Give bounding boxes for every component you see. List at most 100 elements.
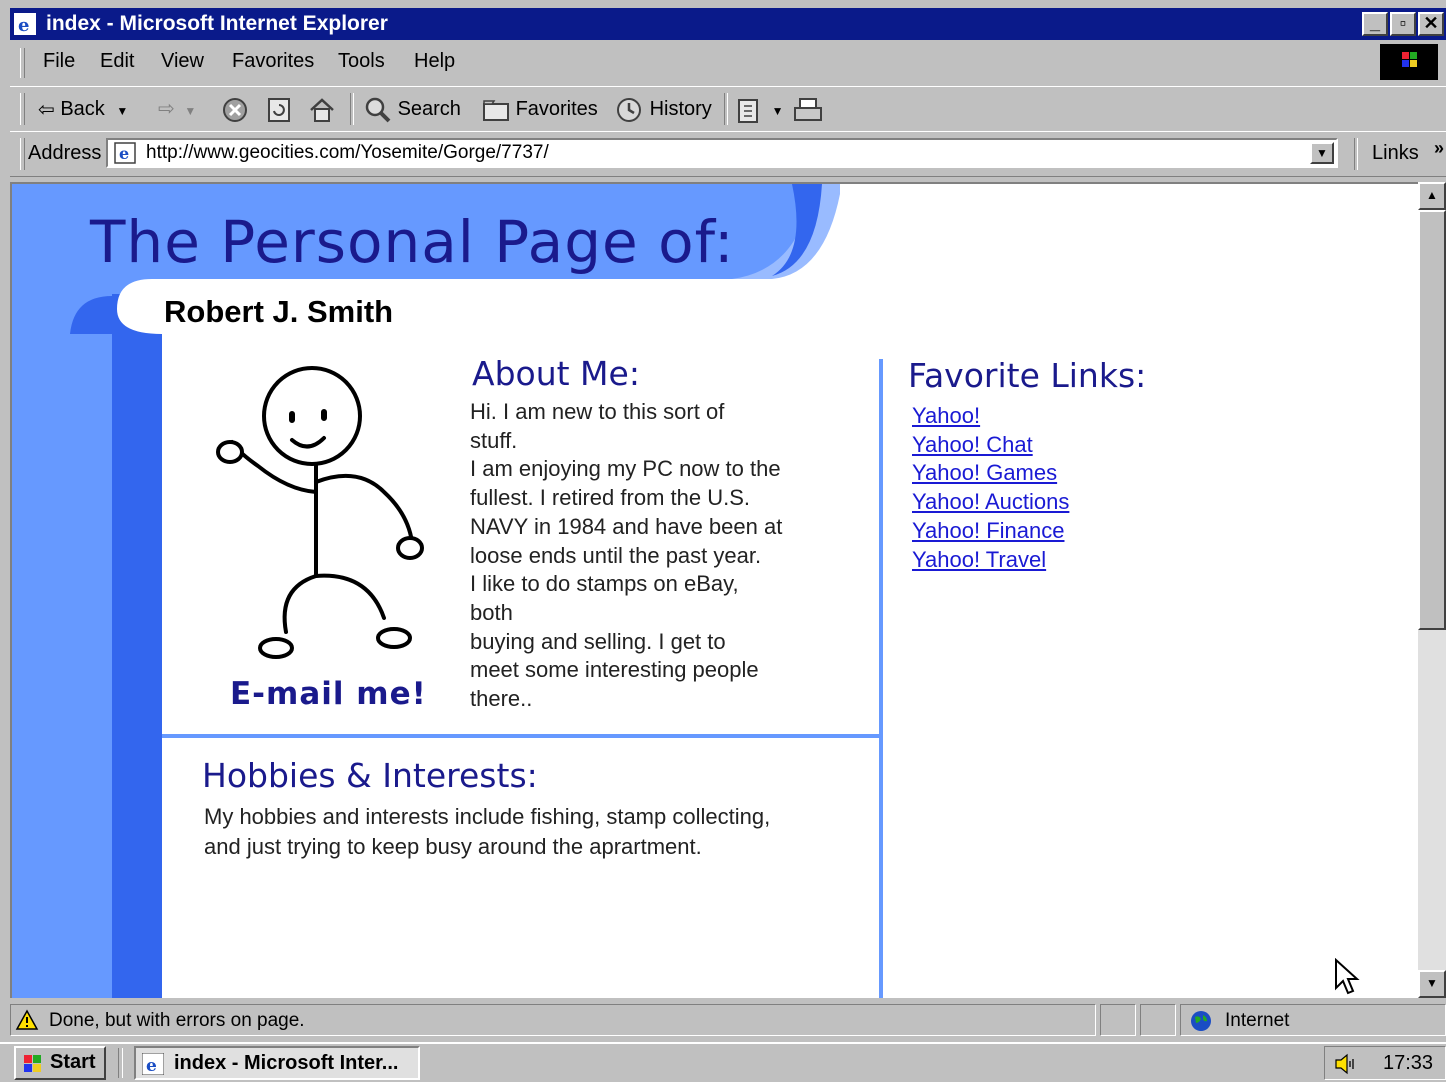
back-button[interactable]: ⇦ Back ▼ bbox=[38, 95, 128, 123]
search-label: Search bbox=[397, 98, 461, 120]
menu-help[interactable]: Help bbox=[414, 50, 455, 73]
links-button[interactable]: Links bbox=[1372, 142, 1419, 165]
hobbies-line: and just trying to keep busy around the … bbox=[204, 834, 702, 859]
clock: 17:33 bbox=[1383, 1052, 1434, 1074]
print-icon bbox=[794, 97, 822, 121]
chevron-right-icon[interactable]: » bbox=[1434, 138, 1444, 159]
about-line: meet some interesting people bbox=[470, 657, 759, 683]
menu-tools[interactable]: Tools bbox=[338, 50, 385, 73]
scroll-up-button[interactable]: ▲ bbox=[1418, 182, 1446, 210]
stop-button[interactable] bbox=[222, 95, 248, 123]
globe-icon bbox=[1191, 1011, 1211, 1031]
forward-arrow-icon: ⇨ bbox=[158, 98, 175, 120]
address-bar: Address e http://www.geocities.com/Yosem… bbox=[10, 131, 1446, 177]
hobbies-line: My hobbies and interests include fishing… bbox=[204, 804, 771, 829]
print-button[interactable] bbox=[792, 95, 824, 123]
status-bar: Done, but with errors on page. Internet bbox=[10, 1002, 1446, 1038]
favorite-links-list: Yahoo! Yahoo! Chat Yahoo! Games Yahoo! A… bbox=[912, 402, 1069, 574]
link-yahoo[interactable]: Yahoo! bbox=[912, 402, 1069, 431]
refresh-button[interactable] bbox=[266, 95, 292, 123]
link-yahoo-travel[interactable]: Yahoo! Travel bbox=[912, 546, 1069, 575]
toolbar-grip bbox=[20, 93, 25, 125]
about-line: I like to do stamps on eBay, bbox=[470, 571, 739, 597]
history-button[interactable]: History bbox=[614, 95, 712, 123]
address-label: Address bbox=[28, 142, 102, 164]
home-button[interactable] bbox=[308, 95, 336, 123]
chevron-down-icon: ▼ bbox=[771, 104, 784, 118]
close-button[interactable]: ✕ bbox=[1418, 12, 1444, 36]
home-icon bbox=[310, 98, 334, 122]
status-pane bbox=[1140, 1004, 1176, 1036]
ie-icon: e bbox=[142, 1053, 164, 1075]
toolbar-separator bbox=[724, 93, 728, 125]
svg-text:e: e bbox=[119, 144, 129, 163]
stop-icon bbox=[223, 97, 247, 122]
about-line: NAVY in 1984 and have been at bbox=[470, 513, 783, 539]
about-line: both bbox=[470, 599, 513, 625]
windows-logo-icon bbox=[1380, 44, 1438, 80]
search-icon bbox=[365, 97, 391, 123]
about-line: I am enjoying my PC now to the bbox=[470, 456, 781, 482]
address-input[interactable]: e http://www.geocities.com/Yosemite/Gorg… bbox=[106, 138, 1338, 168]
back-arrow-icon: ⇦ bbox=[38, 98, 55, 121]
taskbar-separator bbox=[118, 1048, 123, 1078]
history-label: History bbox=[649, 98, 712, 120]
about-line: fullest. I retired from the U.S. bbox=[470, 485, 750, 511]
mouse-cursor-icon bbox=[1335, 958, 1360, 995]
link-yahoo-games[interactable]: Yahoo! Games bbox=[912, 459, 1069, 488]
menu-file[interactable]: File bbox=[43, 50, 75, 73]
taskbar-task-ie[interactable]: e index - Microsoft Inter... bbox=[134, 1046, 420, 1080]
menu-grip bbox=[20, 48, 25, 78]
start-button[interactable]: Start bbox=[14, 1046, 106, 1080]
vertical-scrollbar[interactable]: ▲ ▼ bbox=[1418, 182, 1446, 998]
speaker-icon[interactable] bbox=[1333, 1052, 1357, 1076]
minimize-button[interactable]: _ bbox=[1362, 12, 1388, 36]
email-link[interactable]: E-mail me! bbox=[230, 676, 427, 712]
toolbar: ⇦ Back ▼ ⇨ ▼ Search Favorites History ▼ bbox=[10, 86, 1446, 132]
back-label: Back bbox=[60, 98, 105, 120]
about-line: stuff. bbox=[470, 427, 518, 453]
scroll-thumb[interactable] bbox=[1418, 210, 1446, 630]
status-pane bbox=[1100, 1004, 1136, 1036]
window-title: index - Microsoft Internet Explorer bbox=[46, 12, 388, 35]
task-label: index - Microsoft Inter... bbox=[174, 1052, 399, 1074]
forward-button[interactable]: ⇨ ▼ bbox=[158, 95, 196, 123]
page-title: The Personal Page of: bbox=[90, 208, 735, 276]
page-viewport: The Personal Page of: Robert J. Smith E-… bbox=[10, 182, 1418, 998]
toolbar-separator bbox=[350, 93, 354, 125]
status-text-pane: Done, but with errors on page. bbox=[10, 1004, 1096, 1036]
start-label: Start bbox=[50, 1051, 96, 1073]
svg-text:e: e bbox=[146, 1056, 157, 1075]
maximize-button[interactable]: ▫ bbox=[1390, 12, 1416, 36]
address-url: http://www.geocities.com/Yosemite/Gorge/… bbox=[146, 142, 549, 163]
link-yahoo-chat[interactable]: Yahoo! Chat bbox=[912, 431, 1069, 460]
menu-bar: File Edit View Favorites Tools Help bbox=[10, 40, 1446, 87]
mail-button[interactable]: ▼ bbox=[736, 95, 783, 123]
menu-edit[interactable]: Edit bbox=[100, 50, 134, 73]
taskbar: Start e index - Microsoft Inter... 17:33 bbox=[0, 1042, 1446, 1082]
zone-text: Internet bbox=[1225, 1010, 1290, 1031]
ie-icon: e bbox=[14, 13, 36, 35]
favorites-button[interactable]: Favorites bbox=[482, 95, 598, 123]
title-bar: e index - Microsoft Internet Explorer _ … bbox=[10, 8, 1446, 40]
about-line: buying and selling. I get to bbox=[470, 628, 726, 654]
zone-pane: Internet bbox=[1180, 1004, 1446, 1036]
scroll-down-button[interactable]: ▼ bbox=[1418, 970, 1446, 998]
svg-text:e: e bbox=[18, 15, 29, 35]
address-separator bbox=[1354, 138, 1358, 170]
history-icon bbox=[617, 97, 641, 122]
chevron-down-icon[interactable]: ▼ bbox=[116, 104, 128, 118]
link-yahoo-finance[interactable]: Yahoo! Finance bbox=[912, 517, 1069, 546]
warning-icon[interactable] bbox=[15, 1009, 39, 1031]
link-yahoo-auctions[interactable]: Yahoo! Auctions bbox=[912, 488, 1069, 517]
menu-favorites[interactable]: Favorites bbox=[232, 50, 314, 73]
favorites-label: Favorites bbox=[515, 98, 598, 120]
chevron-down-icon: ▼ bbox=[184, 104, 197, 118]
stick-figure-image bbox=[216, 366, 424, 659]
search-button[interactable]: Search bbox=[364, 95, 461, 123]
about-line: there.. bbox=[470, 686, 533, 712]
hobbies-text: My hobbies and interests include fishing… bbox=[204, 802, 864, 862]
menu-view[interactable]: View bbox=[161, 50, 204, 73]
owner-name: Robert J. Smith bbox=[164, 294, 394, 329]
address-dropdown-button[interactable]: ▼ bbox=[1310, 142, 1334, 164]
